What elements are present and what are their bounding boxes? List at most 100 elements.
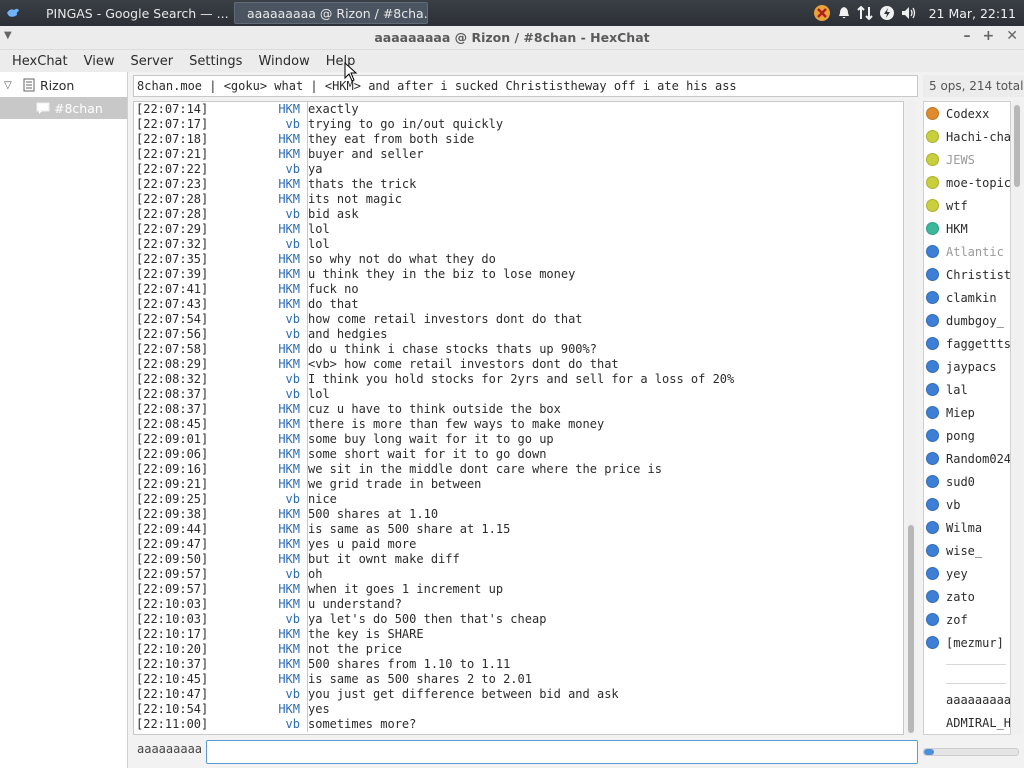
menu-view[interactable]: View [76,54,123,69]
message-nick[interactable]: vb [206,327,304,342]
message-nick[interactable]: vb [206,567,304,582]
maximize-icon[interactable]: + [983,28,995,44]
user-list-item[interactable]: yey [924,562,1010,585]
message-nick[interactable]: HKM [206,537,304,552]
message-nick[interactable]: HKM [206,177,304,192]
chat-log[interactable]: [22:07:14] HKM exactly [22:07:17] vb trying t… [133,101,904,735]
message-nick[interactable]: HKM [206,522,304,537]
message-nick[interactable]: vb [206,162,304,177]
message-nick[interactable]: HKM [206,507,304,522]
message-nick[interactable]: HKM [206,282,304,297]
message-nick[interactable]: HKM [206,702,304,717]
user-list[interactable]: Codexx Hachi-cha JEWS moe-topic wtf HKM Atlant… [923,101,1011,735]
message-nick[interactable]: HKM [206,267,304,282]
user-list-item[interactable]: wise_ [924,539,1010,562]
window-menu-icon[interactable]: ▼ [4,30,12,41]
user-list-item[interactable]: wtf [924,194,1010,217]
minimize-icon[interactable]: – [964,28,971,44]
message-nick[interactable]: HKM [206,297,304,312]
network-arrows-icon[interactable] [856,6,873,20]
scrollbar-thumb[interactable] [1014,105,1020,187]
user-list-item[interactable]: dumbgoy_ [924,309,1010,332]
message-nick[interactable]: HKM [206,552,304,567]
power-icon[interactable] [879,5,895,21]
message-nick[interactable]: HKM [206,477,304,492]
user-list-item[interactable]: Christist [924,263,1010,286]
close-icon[interactable]: ✕ [1006,28,1018,44]
message-nick[interactable]: vb [206,492,304,507]
nick-separator [307,327,308,342]
scrollbar-thumb[interactable] [908,525,914,733]
user-list-item[interactable]: lal [924,378,1010,401]
user-list-item[interactable]: zato [924,585,1010,608]
message-nick[interactable]: vb [206,237,304,252]
user-list-item[interactable]: Atlantic [924,240,1010,263]
message-nick[interactable]: HKM [206,402,304,417]
user-list-item[interactable]: jaypacs [924,355,1010,378]
expand-triangle-icon[interactable]: ▽ [4,80,18,91]
message-nick[interactable]: HKM [206,417,304,432]
message-nick[interactable]: HKM [206,627,304,642]
message-nick[interactable]: HKM [206,657,304,672]
message-nick[interactable]: vb [206,372,304,387]
clock[interactable]: 21 Mar, 22:11 [929,6,1016,21]
chat-scrollbar[interactable] [906,101,916,735]
message-nick[interactable]: HKM [206,597,304,612]
user-list-item[interactable]: faggettts [924,332,1010,355]
message-nick[interactable]: vb [206,717,304,732]
nick-button[interactable]: aaaaaaaaa [137,742,202,756]
notification-bell-icon[interactable] [837,6,851,20]
user-list-item[interactable]: Wilma [924,516,1010,539]
message-nick[interactable]: HKM [206,357,304,372]
message-nick[interactable]: HKM [206,582,304,597]
message-nick[interactable]: vb [206,207,304,222]
user-list-item[interactable]: clamkin [924,286,1010,309]
message-nick[interactable]: HKM [206,642,304,657]
userlist-scrollbar[interactable] [1012,101,1022,735]
tree-item-network[interactable]: ▽ Rizon [0,74,127,96]
message-nick[interactable]: HKM [206,252,304,267]
user-list-item[interactable]: sud0 [924,470,1010,493]
user-list-item[interactable]: Miep [924,401,1010,424]
message-nick[interactable]: HKM [206,222,304,237]
user-list-item[interactable]: pong [924,424,1010,447]
user-list-item[interactable]: vb [924,493,1010,516]
menu-hexchat[interactable]: HexChat [4,54,76,69]
message-nick[interactable]: HKM [206,432,304,447]
volume-icon[interactable] [901,6,917,20]
message-nick[interactable]: HKM [206,102,304,117]
menu-window[interactable]: Window [250,54,317,69]
menu-settings[interactable]: Settings [181,54,250,69]
user-list-item[interactable]: aaaaaaaaa [924,688,1010,711]
topic-field[interactable]: 8chan.moe | <goku> what | <HKM> and afte… [133,75,918,97]
user-list-item[interactable]: JEWS [924,148,1010,171]
window-titlebar[interactable]: ▼ aaaaaaaaa @ Rizon / #8chan - HexChat –… [0,26,1024,50]
message-nick[interactable]: vb [206,687,304,702]
tree-item-channel[interactable]: #8chan [0,97,127,119]
user-list-item[interactable]: ADMIRAL_H [924,711,1010,734]
taskbar-item-hexchat[interactable]: aaaaaaaaa @ Rizon / #8cha... [234,2,428,24]
message-nick[interactable]: HKM [206,672,304,687]
message-nick[interactable]: HKM [206,132,304,147]
user-list-item[interactable]: HKM [924,217,1010,240]
menu-server[interactable]: Server [122,54,181,69]
user-list-item[interactable]: Codexx [924,102,1010,125]
message-nick[interactable]: HKM [206,147,304,162]
message-nick[interactable]: vb [206,117,304,132]
user-list-item[interactable]: zof [924,608,1010,631]
app-menu-button[interactable] [0,0,26,26]
user-list-item[interactable]: Random024 [924,447,1010,470]
message-nick[interactable]: vb [206,387,304,402]
message-nick[interactable]: HKM [206,342,304,357]
message-nick[interactable]: vb [206,612,304,627]
user-list-item[interactable]: [mezmur] [924,631,1010,654]
message-nick[interactable]: HKM [206,192,304,207]
hexchat-tray-icon[interactable] [813,4,831,22]
message-input[interactable] [206,740,918,764]
message-nick[interactable]: HKM [206,447,304,462]
taskbar-item-firefox[interactable]: PINGAS - Google Search — ... [34,2,232,24]
user-list-item[interactable]: moe-topic [924,171,1010,194]
user-list-item[interactable]: Hachi-cha [924,125,1010,148]
message-nick[interactable]: HKM [206,462,304,477]
message-nick[interactable]: vb [206,312,304,327]
